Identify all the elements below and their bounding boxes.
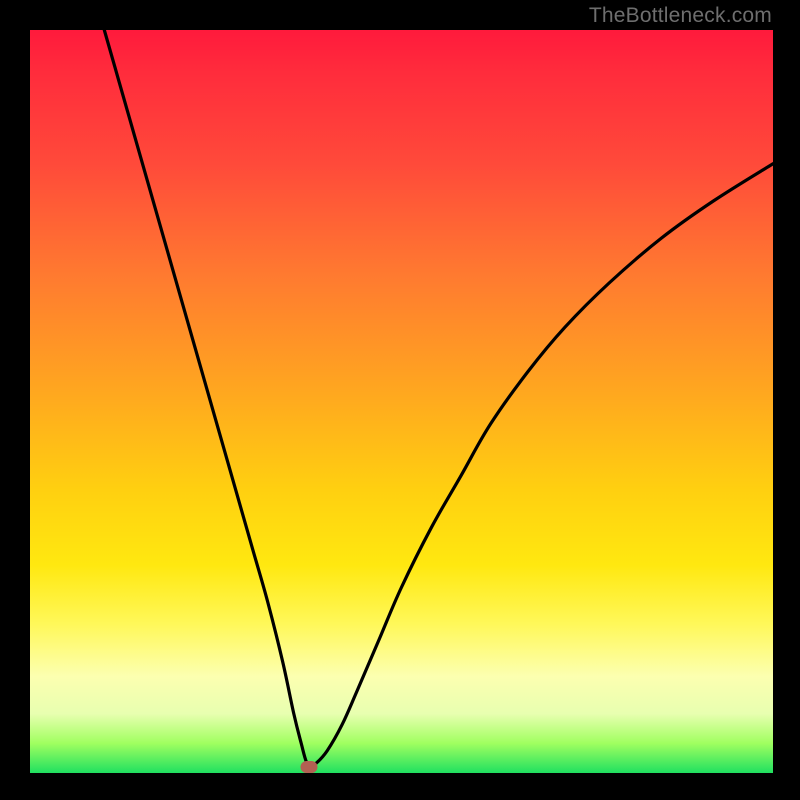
curve-svg xyxy=(30,30,773,773)
plot-area xyxy=(30,30,773,773)
bottleneck-curve xyxy=(104,30,773,766)
watermark-text: TheBottleneck.com xyxy=(589,4,772,28)
minimum-marker xyxy=(300,761,317,773)
chart-frame: TheBottleneck.com xyxy=(0,0,800,800)
